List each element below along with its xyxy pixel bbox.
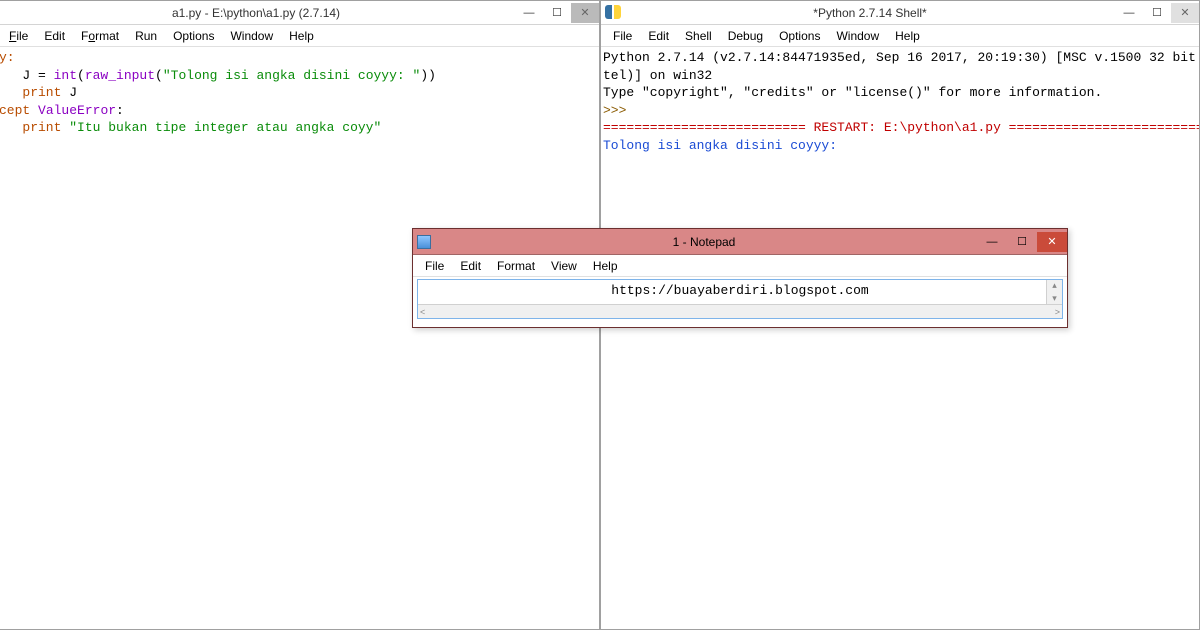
editor-code-area[interactable]: y: J = int(raw_input("Tolong isi angka d… [0,47,599,139]
shell-title: *Python 2.7.14 Shell* [625,6,1115,20]
notepad-window: 1 - Notepad — ☐ ✕ File Edit Format View … [412,228,1068,328]
code-exception: ValueError [38,103,116,118]
shell-restart-line: ========================== RESTART: E:\p… [603,120,1199,135]
shell-line: tel)] on win32 [603,68,712,83]
maximize-button[interactable]: ☐ [1143,3,1171,23]
editor-title: a1.py - E:\python\a1.py (2.7.14) [0,6,515,20]
code-keyword: cept [0,103,30,118]
scrollbar-vertical[interactable]: ▴▾ [1046,280,1062,304]
menu-options[interactable]: Options [771,27,828,45]
code-keyword: y: [0,50,15,65]
menu-help[interactable]: Help [887,27,928,45]
minimize-button[interactable]: — [1115,3,1143,23]
code-text: ( [155,68,163,83]
menu-window[interactable]: Window [222,27,281,45]
menu-options[interactable]: Options [165,27,222,45]
close-button[interactable]: ✕ [1037,232,1067,252]
maximize-button[interactable]: ☐ [543,3,571,23]
shell-line: Python 2.7.14 (v2.7.14:84471935ed, Sep 1… [603,50,1199,65]
python-icon [605,5,621,21]
shell-input-prompt: Tolong isi angka disini coyyy: [603,138,845,153]
shell-line: Type "copyright", "credits" or "license(… [603,85,1102,100]
shell-prompt: >>> [603,103,634,118]
close-button[interactable]: ✕ [571,3,599,23]
code-text: )) [420,68,436,83]
menu-format[interactable]: Format [489,257,543,275]
minimize-button[interactable]: — [977,232,1007,252]
menu-file[interactable]: File [417,257,452,275]
menu-help[interactable]: Help [281,27,322,45]
notepad-content: https://buayaberdiri.blogspot.com [418,280,1062,301]
code-text [0,120,22,135]
notepad-window-controls: — ☐ ✕ [977,232,1067,252]
notepad-menubar: File Edit Format View Help [413,255,1067,277]
code-string: "Tolong isi angka disini coyyy: " [163,68,420,83]
notepad-icon [417,235,431,249]
shell-output-area[interactable]: Python 2.7.14 (v2.7.14:84471935ed, Sep 1… [601,47,1199,156]
menu-help[interactable]: Help [585,257,626,275]
editor-window-controls: — ☐ ✕ [515,3,599,23]
code-builtin: int [54,68,77,83]
notepad-title: 1 - Notepad [431,235,977,249]
notepad-textarea[interactable]: https://buayaberdiri.blogspot.com ▴▾ <> [417,279,1063,319]
menu-shell[interactable]: Shell [677,27,720,45]
code-text [0,85,22,100]
menu-run[interactable]: Run [127,27,165,45]
menu-edit[interactable]: Edit [36,27,73,45]
code-string: "Itu bukan tipe integer atau angka coyy" [69,120,381,135]
menu-window[interactable]: Window [828,27,887,45]
code-keyword: print [22,85,61,100]
menu-file[interactable]: File [605,27,640,45]
code-text: ( [77,68,85,83]
code-text: J = [0,68,54,83]
menu-edit[interactable]: Edit [640,27,677,45]
code-builtin: raw_input [85,68,155,83]
menu-edit[interactable]: Edit [452,257,489,275]
code-keyword: print [22,120,61,135]
code-text: J [61,85,77,100]
menu-file[interactable]: File [1,27,36,45]
scrollbar-horizontal[interactable]: <> [418,304,1062,318]
shell-titlebar[interactable]: *Python 2.7.14 Shell* — ☐ ✕ [601,1,1199,25]
menu-view[interactable]: View [543,257,585,275]
menu-format[interactable]: Format [73,27,127,45]
code-text: : [116,103,124,118]
minimize-button[interactable]: — [515,3,543,23]
editor-menubar: File Edit Format Run Options Window Help [0,25,599,47]
notepad-titlebar[interactable]: 1 - Notepad — ☐ ✕ [413,229,1067,255]
close-button[interactable]: ✕ [1171,3,1199,23]
code-text [30,103,38,118]
shell-menubar: File Edit Shell Debug Options Window Hel… [601,25,1199,47]
editor-titlebar[interactable]: a1.py - E:\python\a1.py (2.7.14) — ☐ ✕ [0,1,599,25]
menu-debug[interactable]: Debug [720,27,771,45]
maximize-button[interactable]: ☐ [1007,232,1037,252]
shell-window-controls: — ☐ ✕ [1115,3,1199,23]
